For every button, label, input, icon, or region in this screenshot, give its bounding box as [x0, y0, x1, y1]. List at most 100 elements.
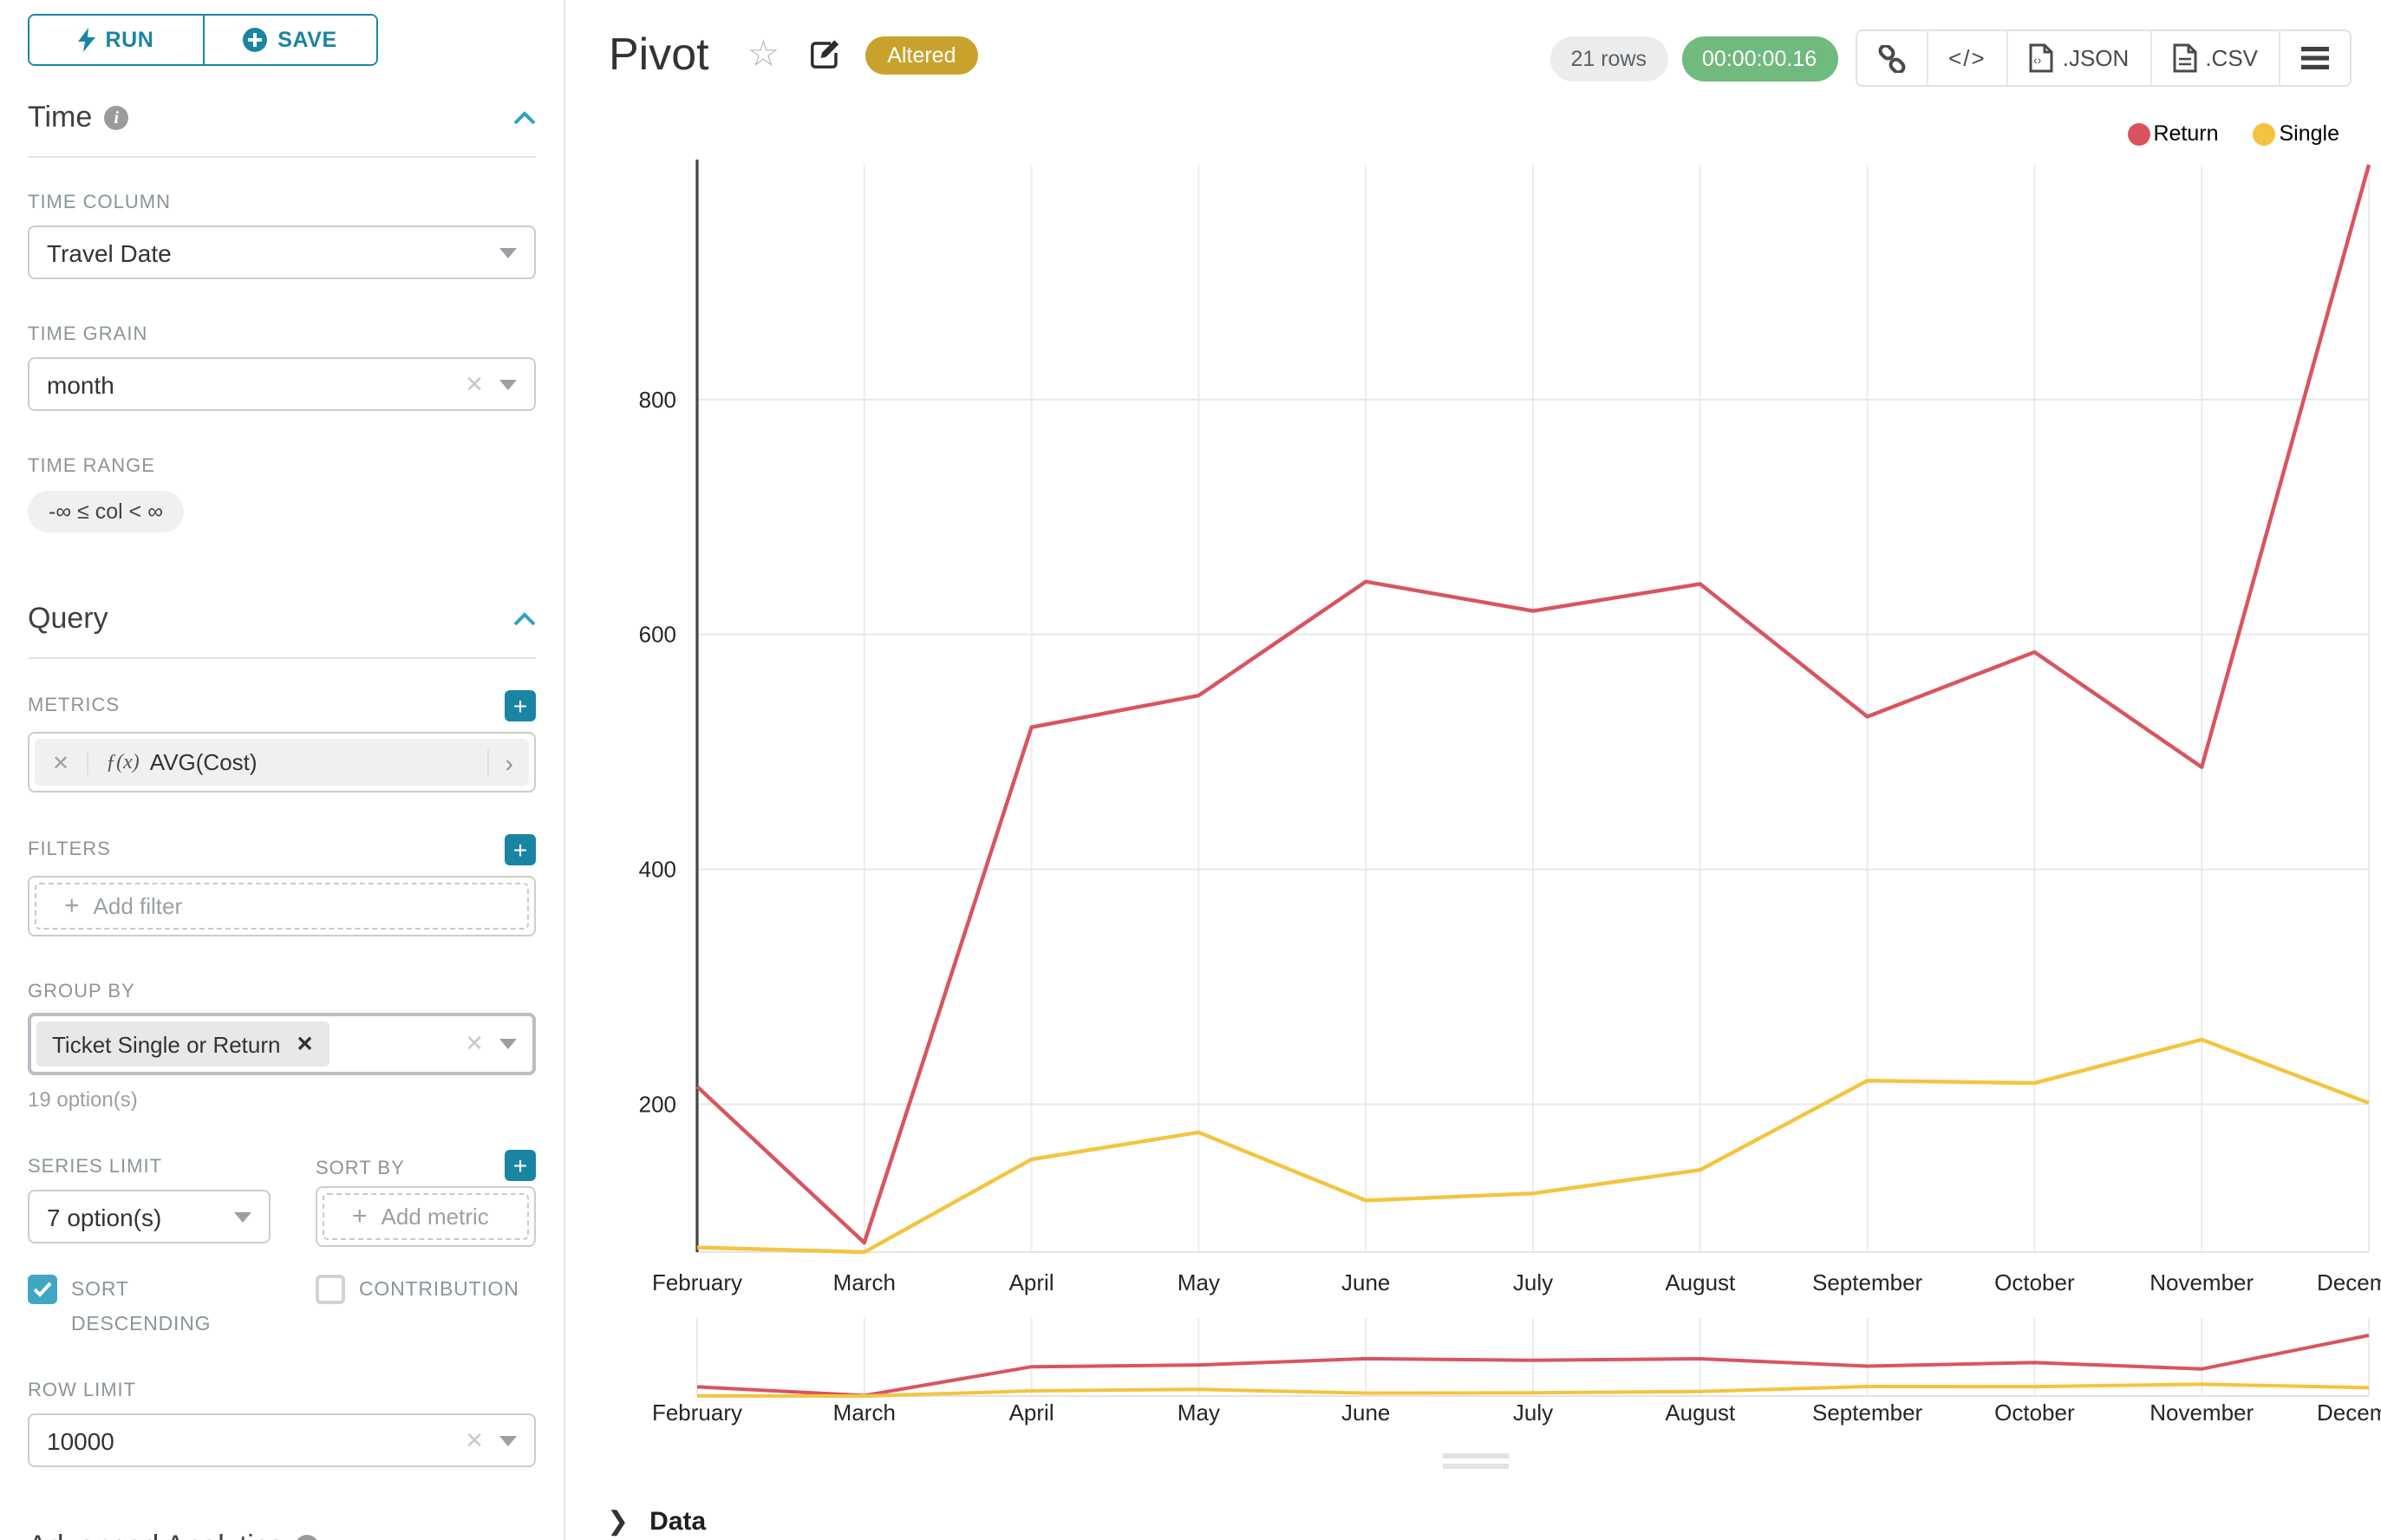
sort-by-label: SORT BY [316, 1158, 405, 1179]
series-limit-value: 7 option(s) [47, 1203, 161, 1230]
export-csv-button[interactable]: .CSV [2151, 31, 2280, 85]
time-column-label: TIME COLUMN [28, 192, 536, 213]
advanced-analytics-section-header[interactable]: Advanced Analytics i [28, 1530, 536, 1540]
time-section-title: Time [28, 101, 92, 135]
clear-icon[interactable]: ✕ [465, 1426, 484, 1454]
sort-descending-checkbox[interactable] [28, 1275, 57, 1304]
csv-button-label: .CSV [2205, 45, 2258, 71]
data-section-toggle[interactable]: ❯ Data [607, 1505, 706, 1537]
time-grain-label: TIME GRAIN [28, 324, 536, 345]
chevron-up-icon[interactable] [513, 612, 536, 626]
chevron-down-icon [499, 1435, 517, 1445]
csv-file-icon [2172, 43, 2196, 73]
code-icon: </> [1948, 45, 1986, 71]
time-range-label: TIME RANGE [28, 456, 536, 477]
run-button-label: RUN [106, 28, 154, 52]
chart-header: Pivot ☆ Altered [609, 28, 979, 82]
x-axis-label: August [1665, 1269, 1736, 1295]
chevron-up-icon[interactable] [513, 111, 536, 125]
group-by-select[interactable]: Ticket Single or Return ✕ ✕ [28, 1013, 536, 1075]
remove-metric-icon[interactable]: ✕ [35, 750, 88, 774]
time-grain-select[interactable]: month ✕ [28, 357, 536, 411]
x-axis-label: March [833, 1269, 896, 1295]
x-axis-label: March [833, 1400, 896, 1426]
edit-properties-icon[interactable] [807, 38, 840, 71]
chart-title: Pivot [609, 28, 709, 82]
group-by-tag: Ticket Single or Return ✕ [36, 1021, 329, 1067]
chevron-down-icon [234, 1211, 251, 1222]
json-button-label: .JSON [2063, 45, 2130, 71]
x-axis-label: September [1812, 1269, 1923, 1295]
query-section-header[interactable]: Query [28, 602, 536, 659]
metric-pill[interactable]: ✕ ƒ(x) AVG(Cost) › [35, 739, 529, 786]
remove-tag-icon[interactable]: ✕ [297, 1032, 314, 1056]
add-filter-label: Add filter [94, 893, 183, 919]
x-axis-label: May [1177, 1269, 1220, 1295]
copy-link-button[interactable] [1856, 31, 1928, 85]
hamburger-menu-icon [2301, 47, 2329, 69]
svg-text:‹›: ‹› [2034, 53, 2043, 67]
add-metric-button[interactable]: + [505, 690, 536, 721]
x-axis-label: October [1994, 1400, 2075, 1426]
altered-badge[interactable]: Altered [864, 36, 978, 74]
svg-text:600: 600 [639, 622, 676, 648]
time-grain-value: month [47, 370, 114, 398]
series-limit-select[interactable]: 7 option(s) [28, 1190, 271, 1243]
fx-icon: ƒ(x) [106, 749, 140, 775]
row-limit-label: ROW LIMIT [28, 1380, 536, 1401]
add-filter-button[interactable]: + [505, 834, 536, 865]
x-axis-label: June [1341, 1269, 1390, 1295]
advanced-analytics-title: Advanced Analytics [28, 1530, 284, 1540]
add-sort-metric-dropzone[interactable]: + Add metric [323, 1193, 529, 1240]
metrics-container: ✕ ƒ(x) AVG(Cost) › [28, 732, 536, 793]
control-panel-sidebar: RUN SAVE Time i TIME COLUMN Travel Date [0, 0, 565, 1540]
run-button[interactable]: RUN [29, 16, 204, 64]
x-axis-label: May [1177, 1400, 1220, 1426]
time-column-select[interactable]: Travel Date [28, 225, 536, 279]
chevron-down-icon [499, 1039, 517, 1049]
x-axis-label: October [1994, 1269, 2075, 1295]
clear-icon[interactable]: ✕ [465, 370, 484, 398]
check-icon [33, 1282, 52, 1297]
export-json-button[interactable]: ‹› .JSON [2009, 31, 2152, 85]
export-button-group: </> ‹› .JSON .CSV [1855, 29, 2352, 87]
group-by-options-hint: 19 option(s) [28, 1087, 536, 1112]
x-axis-label: July [1513, 1269, 1553, 1295]
x-axis-label: April [1009, 1269, 1054, 1295]
group-by-tag-label: Ticket Single or Return [52, 1031, 281, 1057]
clear-icon[interactable]: ✕ [465, 1030, 484, 1058]
time-range-pill[interactable]: -∞ ≤ col < ∞ [28, 491, 184, 532]
contribution-checkbox[interactable] [316, 1275, 345, 1304]
panel-resize-handle[interactable] [1443, 1453, 1509, 1474]
time-section-header[interactable]: Time i [28, 101, 536, 158]
x-axis-label: December [2317, 1269, 2381, 1295]
embed-code-button[interactable]: </> [1928, 31, 2009, 85]
save-button[interactable]: SAVE [204, 16, 376, 64]
more-options-button[interactable] [2280, 31, 2350, 85]
query-timer-badge: 00:00:00.16 [1681, 36, 1837, 81]
info-icon: i [104, 106, 128, 130]
x-axis-label: August [1665, 1400, 1736, 1426]
row-limit-select[interactable]: 10000 ✕ [28, 1413, 536, 1467]
json-file-icon: ‹› [2030, 43, 2054, 73]
row-count-badge: 21 rows [1549, 36, 1667, 81]
chart-actions: 21 rows 00:00:00.16 </> ‹› .JSON [1549, 29, 2352, 87]
svg-text:200: 200 [639, 1091, 676, 1117]
x-axis-label: September [1812, 1400, 1923, 1426]
time-column-value: Travel Date [47, 238, 172, 266]
favorite-star-icon[interactable]: ☆ [747, 33, 780, 76]
svg-text:400: 400 [639, 857, 676, 883]
contribution-label: CONTRIBUTION [359, 1275, 519, 1308]
filters-container: + Add filter [28, 876, 536, 936]
line-chart[interactable]: 200400600800FebruaryMarchAprilMayJuneJul… [569, 104, 2381, 1474]
x-axis-label: November [2149, 1400, 2254, 1426]
link-icon [1877, 44, 1905, 72]
chevron-right-icon[interactable]: › [488, 748, 529, 776]
add-filter-dropzone[interactable]: + Add filter [35, 883, 529, 930]
save-button-label: SAVE [277, 28, 337, 52]
group-by-label: GROUP BY [28, 982, 536, 1002]
metric-value: AVG(Cost) [150, 749, 258, 775]
add-sort-metric-button[interactable]: + [505, 1150, 536, 1181]
x-axis-label: November [2149, 1269, 2254, 1295]
row-limit-value: 10000 [47, 1426, 114, 1454]
